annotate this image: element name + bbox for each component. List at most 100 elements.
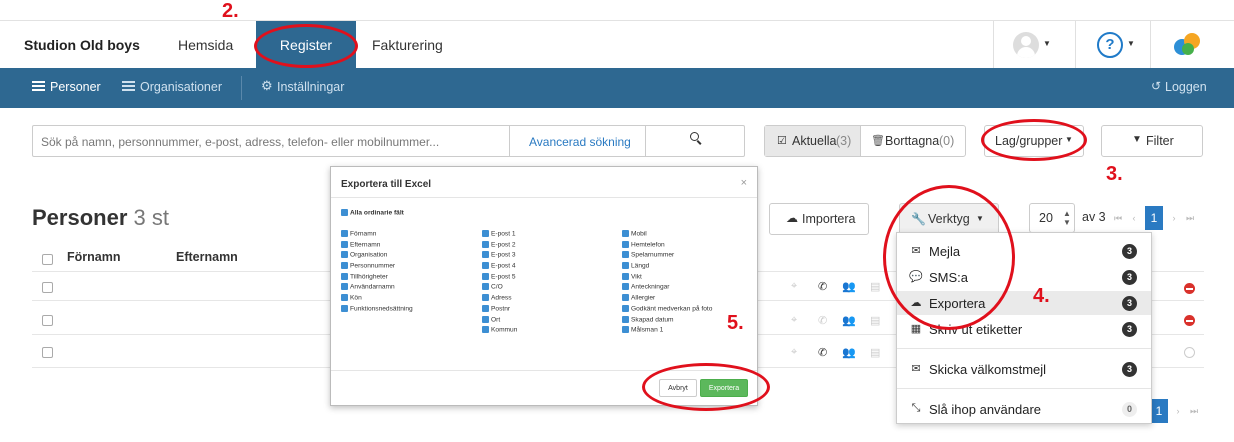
column-header-firstname[interactable]: Förnamn	[67, 250, 120, 264]
field-checkbox[interactable]: Anteckningar	[622, 283, 752, 294]
field-checkbox[interactable]: Förnamn	[341, 230, 471, 241]
field-checkbox[interactable]: E-post 2	[482, 240, 612, 252]
pages-total: av 3	[1082, 210, 1106, 224]
help-icon[interactable]: ?	[1097, 32, 1123, 58]
status-toggle-group: ☑ Aktuella (3) 🗑 Borttagna (0)	[764, 125, 966, 157]
count-badge: 3	[1122, 296, 1137, 311]
field-checkbox[interactable]: Kön	[341, 294, 471, 305]
field-column-1: Förnamn Efternamn Organisation Personnum…	[341, 230, 471, 316]
field-checkbox[interactable]: Postnr	[482, 304, 612, 316]
menu-item-sla-ihop[interactable]: ⤡ Slå ihop användare 0	[897, 397, 1151, 421]
subnav-loggen[interactable]: Loggen	[1165, 80, 1207, 94]
subnav-organisationer[interactable]: Organisationer	[140, 80, 222, 94]
advanced-search-link[interactable]: Avancerad sökning	[529, 135, 631, 149]
cloud-upload-icon: ☁	[786, 211, 798, 225]
current-button[interactable]: ☑ Aktuella (3)	[765, 126, 861, 156]
divider	[645, 126, 646, 156]
map-pin-icon[interactable]: ⌖	[791, 314, 797, 327]
phone-icon[interactable]: ✆	[818, 346, 827, 359]
field-checkbox[interactable]: Organisation	[341, 251, 471, 262]
field-checkbox[interactable]: Allergier	[622, 294, 752, 305]
last-page-icon[interactable]: ⏭	[1182, 203, 1198, 233]
menu-item-valkomstmejl[interactable]: ✉ Skicka välkomstmejl 3	[897, 357, 1151, 381]
subnav-installningar[interactable]: Inställningar	[277, 80, 344, 94]
field-checkbox[interactable]: Användarnamn	[341, 283, 471, 294]
row-checkbox[interactable]	[42, 282, 53, 293]
app-logo-icon[interactable]	[1172, 31, 1202, 59]
pagination-bottom: 1 › ⏭	[1150, 398, 1210, 424]
annotation-number: 3.	[1106, 163, 1123, 185]
filter-button[interactable]: ▼ Filter	[1101, 125, 1203, 157]
divider	[331, 197, 757, 198]
phone-icon[interactable]: ✆	[818, 314, 827, 327]
page-size-select[interactable]: 20 ▲ ▼	[1029, 203, 1075, 233]
field-checkbox[interactable]: E-post 1	[482, 230, 612, 241]
top-navbar: Studion Old boys Hemsida Register Faktur…	[0, 20, 1234, 69]
users-icon[interactable]: 👥	[842, 280, 856, 293]
field-checkbox[interactable]: Spelarnummer	[622, 251, 752, 262]
search-icon[interactable]	[690, 132, 702, 145]
page-current[interactable]: 1	[1145, 206, 1163, 230]
pagination: ⏮ ‹ 1 › ⏭	[1110, 203, 1204, 233]
page-current[interactable]: 1	[1150, 399, 1168, 423]
document-icon[interactable]: ▤	[870, 280, 880, 293]
field-checkbox[interactable]: C/O	[482, 283, 612, 294]
import-button[interactable]: ☁ Importera	[769, 203, 869, 235]
divider	[993, 21, 994, 69]
field-checkbox[interactable]: Tillhörigheter	[341, 272, 471, 284]
field-checkbox[interactable]: Vikt	[622, 272, 752, 284]
field-checkbox[interactable]: Kommun	[482, 326, 612, 337]
field-checkbox[interactable]: Ort	[482, 315, 612, 327]
nav-fakturering[interactable]: Fakturering	[372, 37, 443, 53]
count-badge: 3	[1122, 322, 1137, 337]
remove-icon[interactable]	[1184, 283, 1195, 294]
chevron-down-icon: ▼	[1127, 39, 1135, 48]
prev-page-icon[interactable]: ‹	[1126, 203, 1142, 233]
field-checkbox[interactable]: E-post 5	[482, 272, 612, 284]
row-checkbox[interactable]	[42, 315, 53, 326]
divider	[1075, 21, 1076, 69]
divider	[241, 76, 242, 100]
field-checkbox[interactable]: Personnummer	[341, 262, 471, 273]
title-text: Personer	[32, 205, 128, 230]
map-pin-icon[interactable]: ⌖	[791, 346, 797, 359]
user-avatar-icon[interactable]	[1013, 32, 1039, 58]
row-checkbox[interactable]	[42, 347, 53, 358]
chevron-down-icon: ▼	[1043, 39, 1051, 48]
map-pin-icon[interactable]: ⌖	[791, 280, 797, 293]
nav-hemsida[interactable]: Hemsida	[178, 37, 233, 53]
users-icon[interactable]: 👥	[842, 314, 856, 327]
document-icon[interactable]: ▤	[870, 314, 880, 327]
field-checkbox[interactable]: Efternamn	[341, 240, 471, 252]
annotation-number: 4.	[1033, 285, 1050, 307]
field-checkbox[interactable]: Hemtelefon	[622, 240, 752, 252]
next-page-icon[interactable]: ›	[1170, 396, 1186, 426]
close-icon[interactable]: ×	[741, 177, 747, 189]
search-input[interactable]: Sök på namn, personnummer, e-post, adres…	[32, 125, 745, 157]
first-page-icon[interactable]: ⏮	[1110, 203, 1126, 233]
next-page-icon[interactable]: ›	[1166, 203, 1182, 233]
remove-icon[interactable]	[1184, 315, 1195, 326]
field-checkbox[interactable]: Längd	[622, 262, 752, 273]
field-checkbox[interactable]: Mobil	[622, 230, 752, 241]
field-checkbox[interactable]: Funktionsnedsättning	[341, 304, 471, 316]
brand-name[interactable]: Studion Old boys	[24, 37, 140, 53]
column-header-lastname[interactable]: Efternamn	[176, 250, 238, 264]
annotation-ring	[254, 24, 358, 68]
field-checkbox[interactable]: E-post 3	[482, 251, 612, 262]
field-checkbox[interactable]: E-post 4	[482, 262, 612, 273]
compress-arrows-icon: ⤡	[911, 402, 921, 414]
phone-icon[interactable]: ✆	[818, 280, 827, 293]
envelope-icon: ✉	[911, 363, 921, 375]
document-icon[interactable]: ▤	[870, 346, 880, 359]
all-fields-checkbox[interactable]: Alla ordinarie fält	[341, 209, 404, 216]
updown-icon: ▲ ▼	[1063, 209, 1071, 227]
field-checkbox[interactable]: Adress	[482, 294, 612, 305]
select-all-checkbox[interactable]	[42, 254, 53, 265]
count-badge: 3	[1122, 362, 1137, 377]
users-icon[interactable]: 👥	[842, 346, 856, 359]
remove-icon[interactable]	[1184, 347, 1195, 358]
last-page-icon[interactable]: ⏭	[1186, 396, 1202, 426]
deleted-button[interactable]: 🗑 Borttagna (0)	[861, 126, 965, 156]
subnav-personer[interactable]: Personer	[50, 80, 101, 94]
